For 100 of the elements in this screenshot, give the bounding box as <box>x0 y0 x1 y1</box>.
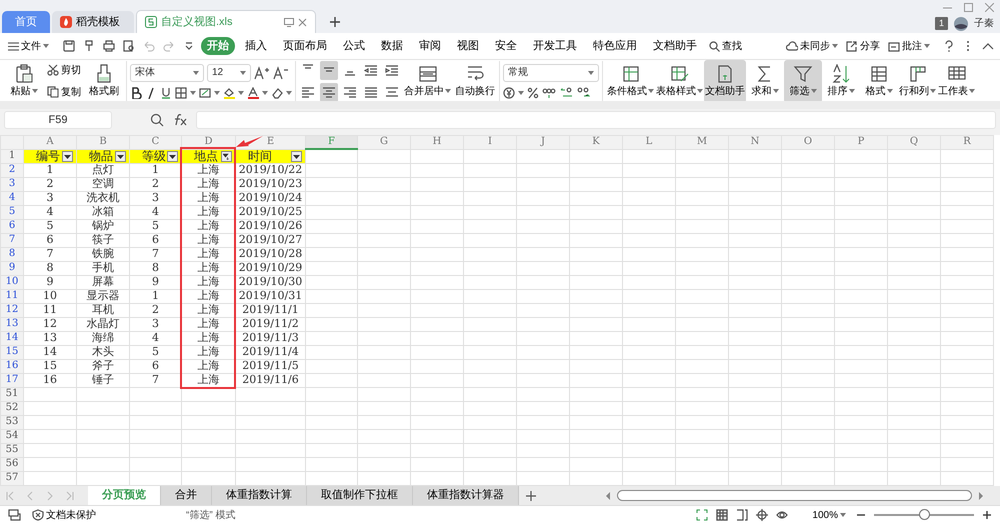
cell-reference-field[interactable]: F59 <box>4 111 112 129</box>
zoom-icon[interactable] <box>150 113 164 127</box>
row-header[interactable]: 2 <box>0 163 24 177</box>
row-header[interactable]: 55 <box>0 443 24 457</box>
format-painter-button[interactable]: 格式刷 <box>85 60 123 101</box>
thousands-separator-icon[interactable] <box>542 86 556 98</box>
column-header[interactable]: G <box>358 136 410 149</box>
more-icon[interactable] <box>966 40 970 52</box>
cut-button[interactable]: 剪切 <box>45 60 83 80</box>
font-name-field[interactable]: 宋体 <box>130 64 204 82</box>
save-icon[interactable] <box>63 40 75 52</box>
normal-view-icon[interactable] <box>716 509 728 521</box>
row-header[interactable]: 1 <box>0 149 24 163</box>
decrease-decimal-icon[interactable] <box>576 86 590 98</box>
scroll-left-icon[interactable] <box>605 492 611 500</box>
align-center-icon[interactable] <box>320 82 338 101</box>
filter-dropdown-button[interactable] <box>291 150 302 162</box>
row-header[interactable]: 11 <box>0 289 24 303</box>
menu-tab[interactable]: 页面布局 <box>277 36 333 56</box>
bold-icon[interactable] <box>130 86 142 98</box>
row-header[interactable]: 12 <box>0 303 24 317</box>
menu-tab[interactable]: 公式 <box>337 36 371 56</box>
menu-tab[interactable]: 文档助手 <box>647 36 703 56</box>
row-header[interactable]: 7 <box>0 233 24 247</box>
borders-icon[interactable] <box>175 86 187 98</box>
filter-dropdown-button[interactable] <box>115 150 126 162</box>
document-tab[interactable]: 自定义视图.xls <box>136 10 316 33</box>
row-header[interactable]: 8 <box>0 247 24 261</box>
merge-center-button[interactable]: 合并居中 <box>403 60 452 101</box>
column-header[interactable]: Q <box>888 136 940 149</box>
font-color-icon[interactable] <box>247 86 259 98</box>
document-tab[interactable]: 稻壳模板 <box>52 11 134 33</box>
menu-tab[interactable]: 审阅 <box>413 36 447 56</box>
file-menu[interactable]: 文件 <box>6 36 51 56</box>
column-header[interactable]: C <box>130 136 182 149</box>
page-break-icon[interactable] <box>736 509 748 521</box>
row-header[interactable]: 15 <box>0 345 24 359</box>
add-sheet-icon[interactable] <box>525 490 537 502</box>
row-header[interactable]: 17 <box>0 373 24 387</box>
column-header[interactable]: A <box>24 136 76 149</box>
row-header[interactable]: 53 <box>0 415 24 429</box>
column-header[interactable]: O <box>782 136 834 149</box>
eye-protection-icon[interactable] <box>776 509 788 521</box>
close-icon[interactable] <box>298 18 307 26</box>
document-assistant-button[interactable]: 文档助手 <box>704 60 746 101</box>
zoom-in-icon[interactable] <box>982 510 992 520</box>
column-header[interactable]: L <box>622 136 676 149</box>
menu-tab[interactable]: 安全 <box>489 36 523 56</box>
column-header[interactable]: H <box>410 136 464 149</box>
format-button[interactable]: 格式 <box>860 60 898 101</box>
search-button[interactable]: 查找 <box>707 36 744 56</box>
column-header[interactable]: B <box>76 136 130 149</box>
row-header[interactable]: 5 <box>0 205 24 219</box>
increase-font-icon[interactable] <box>254 66 270 80</box>
notification-badge[interactable]: 1 <box>934 16 948 30</box>
conditional-format-button[interactable]: 条件格式 <box>606 60 655 101</box>
column-header[interactable]: R <box>940 136 994 149</box>
menu-tab[interactable]: 开始 <box>201 36 235 56</box>
wrap-text-button[interactable]: 自动换行 <box>454 60 496 101</box>
menu-tab[interactable]: 数据 <box>375 36 409 56</box>
column-header[interactable]: M <box>676 136 728 149</box>
sheet-tab[interactable]: 体重指数计算 <box>212 486 307 505</box>
underline-icon[interactable] <box>160 86 172 98</box>
worksheet-button[interactable]: 工作表 <box>937 60 976 101</box>
copy-button[interactable]: 复制 <box>45 82 83 101</box>
column-header[interactable]: J <box>516 136 570 149</box>
row-header[interactable]: 13 <box>0 317 24 331</box>
row-header[interactable]: 6 <box>0 219 24 233</box>
menu-tab[interactable]: 视图 <box>451 36 485 56</box>
zoom-slider-thumb[interactable] <box>919 509 930 520</box>
menu-tab[interactable]: 插入 <box>239 36 273 56</box>
number-format-field[interactable]: 常规 <box>503 64 599 82</box>
new-tab-icon[interactable] <box>328 15 342 29</box>
layout-icon[interactable] <box>756 509 768 521</box>
horizontal-scrollbar[interactable] <box>617 490 972 501</box>
print-icon[interactable] <box>103 40 115 52</box>
table-style-button[interactable]: 表格样式 <box>655 60 704 101</box>
sheet-tab[interactable]: 体重指数计算器 <box>413 486 519 505</box>
row-header[interactable]: 4 <box>0 191 24 205</box>
column-header[interactable]: E <box>236 136 306 149</box>
paste-button[interactable]: 粘贴 <box>5 60 43 101</box>
collapse-icon[interactable] <box>982 42 994 50</box>
column-header[interactable]: I <box>464 136 516 149</box>
sum-button[interactable]: 求和 <box>746 60 784 101</box>
row-header[interactable]: 54 <box>0 429 24 443</box>
sync-button[interactable]: 未同步 <box>784 36 840 56</box>
align-middle-icon[interactable] <box>320 60 338 80</box>
increase-decimal-icon[interactable] <box>559 86 573 98</box>
protection-status[interactable]: 文档未保护 <box>30 506 98 524</box>
row-header[interactable]: 51 <box>0 387 24 401</box>
decrease-font-icon[interactable] <box>273 66 289 80</box>
zoom-level[interactable]: 100% <box>810 506 848 524</box>
share-button[interactable]: 分享 <box>844 36 882 56</box>
row-header[interactable]: 56 <box>0 457 24 471</box>
sheet-tab[interactable]: 取值制作下拉框 <box>307 486 413 505</box>
formula-field[interactable] <box>196 111 996 129</box>
row-header[interactable]: 57 <box>0 471 24 485</box>
filter-dropdown-button[interactable] <box>167 150 178 162</box>
print-preview-icon[interactable] <box>123 40 135 52</box>
rows-columns-button[interactable]: 行和列 <box>898 60 937 101</box>
